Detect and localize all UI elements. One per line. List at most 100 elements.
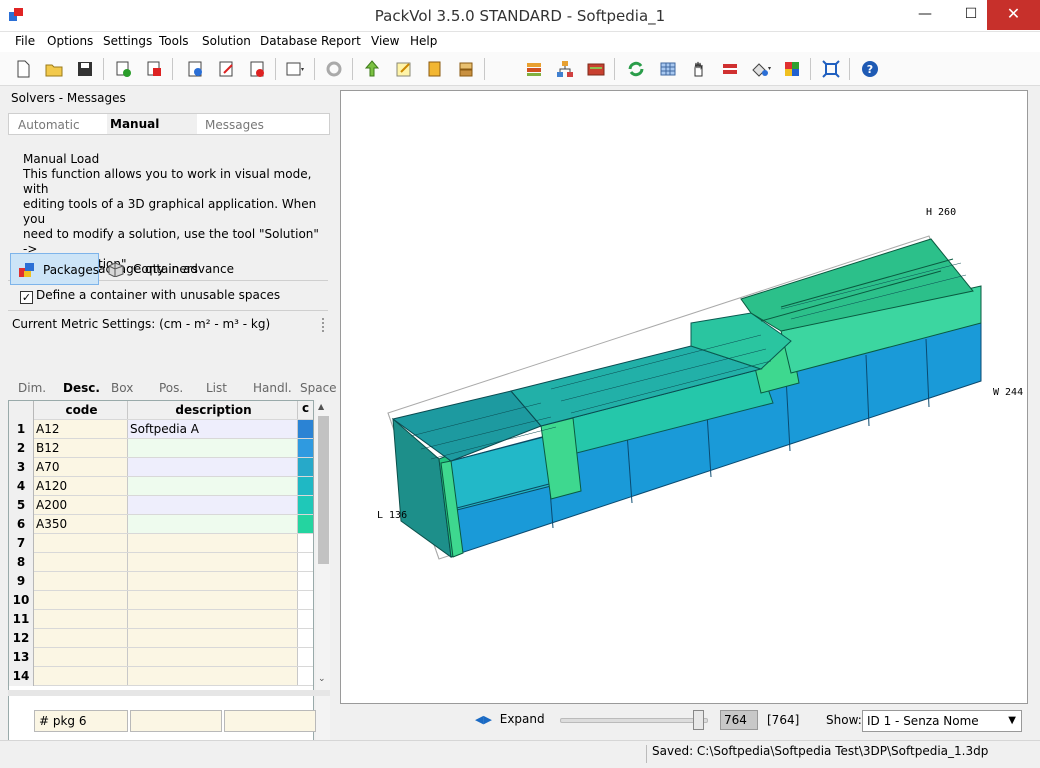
layer-slider[interactable]: [560, 718, 708, 723]
code-cell[interactable]: A350: [34, 515, 128, 533]
slider-value[interactable]: 764: [720, 710, 758, 730]
close-button[interactable]: ✕: [987, 0, 1040, 30]
code-cell[interactable]: A120: [34, 477, 128, 495]
color-cell[interactable]: [298, 553, 313, 571]
menu-tools[interactable]: Tools: [159, 34, 189, 48]
tree-icon[interactable]: [554, 58, 576, 80]
grid-hscrollbar[interactable]: [8, 690, 330, 696]
color-cell[interactable]: [298, 591, 313, 609]
description-cell[interactable]: [128, 667, 298, 685]
description-cell[interactable]: [128, 629, 298, 647]
slider-thumb[interactable]: [693, 710, 704, 730]
color-cell[interactable]: [298, 477, 313, 495]
checkbox-tick[interactable]: ✓: [20, 291, 33, 304]
pallet-icon[interactable]: [455, 58, 477, 80]
color-cell[interactable]: [298, 439, 313, 457]
code-cell[interactable]: A12: [34, 420, 128, 438]
3d-viewport[interactable]: H 260 W 244 L 136: [340, 90, 1028, 704]
tab-space[interactable]: Space: [300, 381, 337, 395]
color-cell[interactable]: [298, 629, 313, 647]
print-icon[interactable]: [246, 58, 268, 80]
description-cell[interactable]: [128, 572, 298, 590]
header-description[interactable]: description: [128, 401, 298, 419]
tab-desc[interactable]: Desc.: [63, 381, 100, 395]
table-row[interactable]: 11: [9, 610, 313, 629]
gear-icon[interactable]: [323, 58, 345, 80]
minimize-button[interactable]: —: [902, 0, 948, 30]
refresh-icon[interactable]: [625, 58, 647, 80]
code-cell[interactable]: [34, 534, 128, 552]
menu-settings[interactable]: Settings: [103, 34, 152, 48]
code-cell[interactable]: [34, 591, 128, 609]
grid-icon[interactable]: [657, 58, 679, 80]
color-cell[interactable]: [298, 572, 313, 590]
open-icon[interactable]: [43, 58, 65, 80]
tab-manual[interactable]: Manual: [107, 114, 197, 134]
expand-button[interactable]: ◀▶ Expand: [475, 712, 545, 726]
menu-options[interactable]: Options: [47, 34, 93, 48]
menu-database[interactable]: Database: [260, 34, 317, 48]
table-row[interactable]: 9: [9, 572, 313, 591]
help-icon[interactable]: ?: [859, 58, 881, 80]
table-row[interactable]: 14: [9, 667, 313, 686]
menu-help[interactable]: Help: [410, 34, 437, 48]
color-cell[interactable]: [298, 515, 313, 533]
color-cell[interactable]: [298, 534, 313, 552]
edit-icon[interactable]: [215, 58, 237, 80]
table-row[interactable]: 6 A350: [9, 515, 313, 534]
tab-handl[interactable]: Handl.: [253, 381, 292, 395]
header-code[interactable]: code: [34, 401, 128, 419]
layers-icon[interactable]: [523, 58, 545, 80]
table-row[interactable]: 12: [9, 629, 313, 648]
table-row[interactable]: 2 B12: [9, 439, 313, 458]
pkg-count-field[interactable]: # pkg 6: [34, 710, 128, 732]
header-color[interactable]: c: [298, 401, 313, 419]
color-cell[interactable]: [298, 496, 313, 514]
tab-pos[interactable]: Pos.: [159, 381, 183, 395]
load-icon[interactable]: [361, 58, 383, 80]
description-cell[interactable]: [128, 534, 298, 552]
color-cell[interactable]: [298, 667, 313, 685]
report-icon[interactable]: [585, 58, 607, 80]
menu-view[interactable]: View: [371, 34, 399, 48]
show-select[interactable]: ID 1 - Senza Nome ▼: [862, 710, 1022, 732]
view-icon[interactable]: [284, 58, 306, 80]
table-row[interactable]: 1 A12 Softpedia A: [9, 420, 313, 439]
code-cell[interactable]: [34, 553, 128, 571]
stack-icon[interactable]: [423, 58, 445, 80]
description-cell[interactable]: [128, 515, 298, 533]
description-cell[interactable]: [128, 553, 298, 571]
table-row[interactable]: 5 A200: [9, 496, 313, 515]
calc-icon[interactable]: [184, 58, 206, 80]
note-icon[interactable]: [393, 58, 415, 80]
table-row[interactable]: 13: [9, 648, 313, 667]
containers-button[interactable]: Containers: [104, 253, 204, 285]
code-cell[interactable]: [34, 667, 128, 685]
scroll-down-icon[interactable]: ⌄: [318, 674, 326, 684]
extra-field-1[interactable]: [130, 710, 222, 732]
table-row[interactable]: 4 A120: [9, 477, 313, 496]
tab-automatic[interactable]: Automatic: [18, 118, 80, 132]
table-row[interactable]: 3 A70: [9, 458, 313, 477]
scroll-thumb[interactable]: [318, 416, 329, 564]
code-cell[interactable]: A200: [34, 496, 128, 514]
color-cell[interactable]: [298, 458, 313, 476]
code-cell[interactable]: [34, 610, 128, 628]
code-cell[interactable]: [34, 648, 128, 666]
load-3d-view[interactable]: H 260 W 244 L 136: [341, 91, 1027, 703]
description-cell[interactable]: [128, 477, 298, 495]
code-cell[interactable]: A70: [34, 458, 128, 476]
unusable-spaces-checkbox[interactable]: ✓ Define a container with unusable spaces: [20, 288, 280, 304]
menu-report[interactable]: Report: [321, 34, 361, 48]
code-cell[interactable]: [34, 572, 128, 590]
description-cell[interactable]: [128, 496, 298, 514]
color-cell[interactable]: [298, 648, 313, 666]
packages-button[interactable]: Packages: [10, 253, 99, 285]
tab-messages[interactable]: Messages: [205, 118, 264, 132]
cut-icon[interactable]: [719, 58, 741, 80]
description-cell[interactable]: Softpedia A: [128, 420, 298, 438]
color-cell[interactable]: [298, 420, 313, 438]
delete-icon[interactable]: [143, 58, 165, 80]
description-cell[interactable]: [128, 458, 298, 476]
extra-field-2[interactable]: [224, 710, 316, 732]
